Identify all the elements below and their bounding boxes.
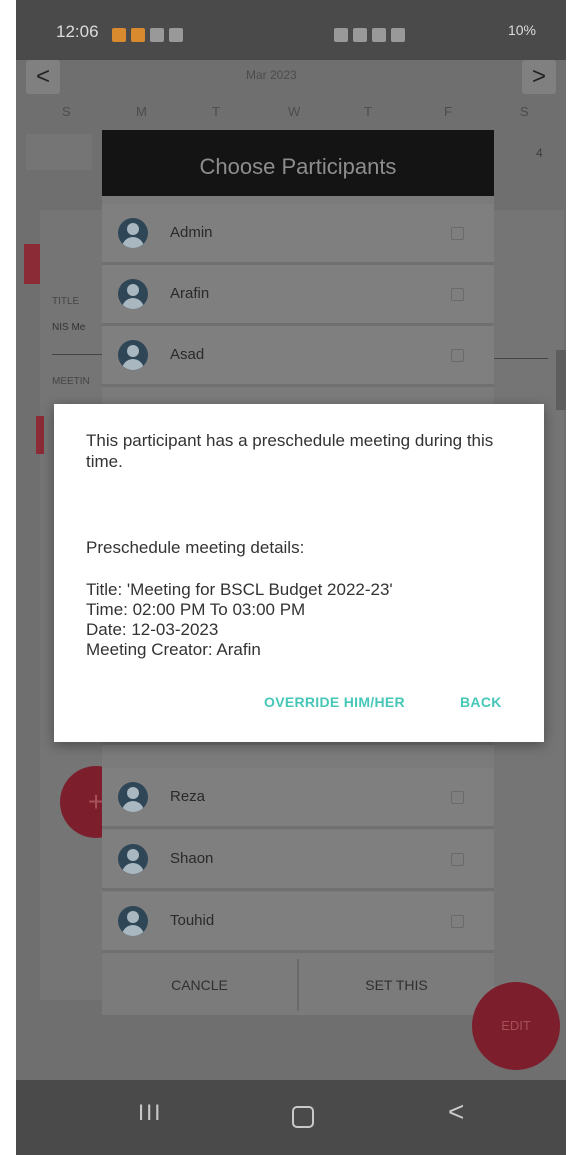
phone-screen: 12:06 10% < > Mar 2023 S M T W T F S 4 T… <box>16 0 566 1155</box>
prev-month-button[interactable]: < <box>26 60 60 94</box>
participant-name: Reza <box>170 788 206 805</box>
field-label: MEETIN <box>52 376 90 387</box>
participant-name: Admin <box>170 224 213 241</box>
alarm-icon <box>169 27 183 42</box>
participant-name: Shaon <box>170 850 214 867</box>
meeting-title-line: Title: 'Meeting for BSCL Budget 2022-23' <box>86 580 393 599</box>
back-nav-button[interactable]: < <box>448 1096 464 1128</box>
day-header: F <box>444 104 452 119</box>
accent-marker <box>24 244 40 284</box>
participant-row[interactable]: Arafin <box>102 265 494 326</box>
message-icon <box>150 27 164 42</box>
calendar-date[interactable]: 4 <box>536 146 543 160</box>
participant-row[interactable]: Touhid <box>102 892 494 953</box>
alarm-icon <box>334 27 348 42</box>
alert-message: This participant has a preschedule meeti… <box>86 431 494 471</box>
override-button[interactable]: OVERRIDE HIM/HER <box>264 694 405 710</box>
day-header: S <box>520 104 529 119</box>
meeting-time-line: Time: 02:00 PM To 03:00 PM <box>86 600 306 619</box>
day-header: M <box>136 104 147 119</box>
participant-checkbox[interactable] <box>451 791 464 804</box>
cancel-button[interactable]: CANCLE <box>102 955 297 1015</box>
day-header: T <box>364 104 372 119</box>
field-label: TITLE <box>52 296 80 307</box>
participant-row[interactable]: Asad <box>102 326 494 387</box>
back-button[interactable]: BACK <box>460 694 502 710</box>
day-header: T <box>212 104 220 119</box>
month-label: Mar 2023 <box>246 68 297 82</box>
participant-row[interactable]: Shaon <box>102 830 494 891</box>
participant-checkbox[interactable] <box>451 853 464 866</box>
calendar-cell[interactable] <box>26 134 92 170</box>
participant-row[interactable]: Reza <box>102 768 494 829</box>
participant-checkbox[interactable] <box>451 915 464 928</box>
status-bar: 12:06 10% <box>16 0 566 60</box>
conflict-alert-dialog: This participant has a preschedule meeti… <box>54 404 544 742</box>
recents-button[interactable]: III <box>138 1100 162 1126</box>
details-heading: Preschedule meeting details: <box>86 538 305 557</box>
day-header: W <box>288 104 301 119</box>
participant-name: Asad <box>170 346 205 363</box>
field-value: NIS Me <box>52 322 86 333</box>
participant-checkbox[interactable] <box>451 349 464 362</box>
avatar-icon <box>118 782 148 812</box>
avatar-icon <box>118 906 148 936</box>
home-button[interactable] <box>292 1106 314 1128</box>
wifi-icon <box>372 27 386 42</box>
meeting-creator-line: Meeting Creator: Arafin <box>86 640 261 659</box>
participant-name: Touhid <box>170 912 215 929</box>
app-notification-icon <box>112 27 126 42</box>
next-month-button[interactable]: > <box>522 60 556 94</box>
participant-row[interactable]: Admin <box>102 204 494 265</box>
system-nav-bar: III < <box>16 1080 566 1155</box>
system-icons <box>334 24 410 44</box>
edit-fab[interactable]: EDIT <box>472 982 560 1070</box>
avatar-icon <box>118 279 148 309</box>
signal-icon <box>391 27 405 42</box>
set-this-button[interactable]: SET THIS <box>299 955 494 1015</box>
day-header: S <box>62 104 71 119</box>
avatar-icon <box>118 844 148 874</box>
meeting-date-line: Date: 12-03-2023 <box>86 620 219 639</box>
participant-name: Arafin <box>170 285 210 302</box>
app-notification-icon <box>131 27 145 42</box>
accent-marker <box>36 416 44 454</box>
status-time: 12:06 <box>56 22 99 41</box>
mute-icon <box>353 27 367 42</box>
avatar-icon <box>118 340 148 370</box>
scrollbar[interactable] <box>556 350 566 410</box>
participant-checkbox[interactable] <box>451 288 464 301</box>
divider <box>52 354 102 355</box>
avatar-icon <box>118 218 148 248</box>
participant-checkbox[interactable] <box>451 227 464 240</box>
divider <box>488 358 548 359</box>
dialog-title: Choose Participants <box>102 130 494 196</box>
dialog-footer: CANCLE SET THIS <box>102 955 494 1015</box>
notification-icons <box>112 24 188 44</box>
battery-level: 10% <box>507 22 536 38</box>
